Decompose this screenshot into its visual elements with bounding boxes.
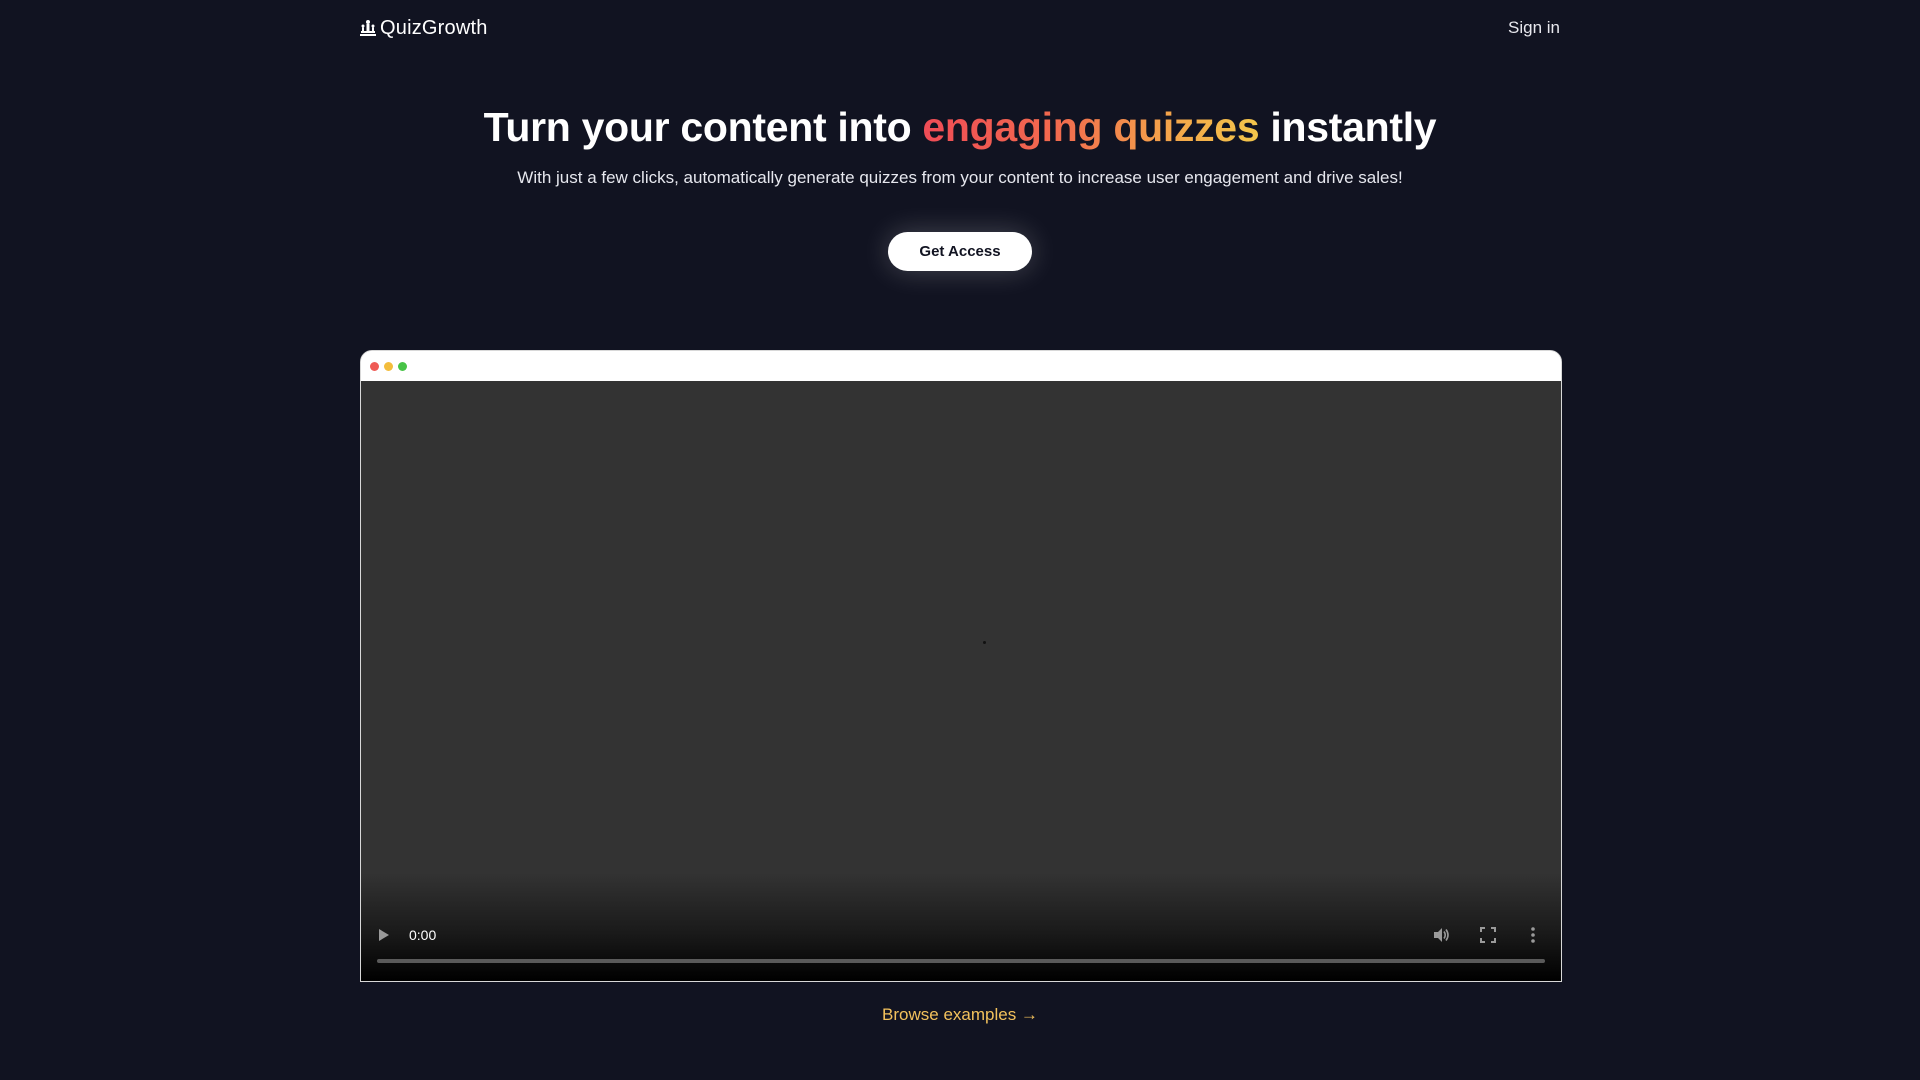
- hero-title: Turn your content into engaging quizzes …: [0, 104, 1920, 151]
- more-options-icon[interactable]: [1529, 925, 1537, 945]
- window-minimize-dot: [384, 361, 393, 371]
- fullscreen-icon[interactable]: [1479, 926, 1497, 944]
- logo-text: QuizGrowth: [380, 16, 488, 39]
- hero-title-highlight: engaging quizzes: [922, 104, 1260, 150]
- landing-page: QuizGrowth Sign in Turn your content int…: [0, 0, 1920, 1080]
- site-header: QuizGrowth Sign in: [360, 14, 1560, 42]
- volume-icon[interactable]: [1431, 925, 1451, 945]
- chess-pieces-icon: [360, 19, 376, 37]
- demo-video-player[interactable]: 0:00: [361, 381, 1561, 981]
- video-controls: 0:00: [361, 911, 1561, 981]
- logo-link[interactable]: QuizGrowth: [360, 17, 488, 40]
- sign-in-link[interactable]: Sign in: [1508, 18, 1560, 38]
- video-time: 0:00: [409, 927, 437, 943]
- browse-examples-link[interactable]: Browse examples →: [0, 1005, 1920, 1025]
- window-close-dot: [370, 361, 379, 371]
- play-icon[interactable]: [375, 927, 391, 943]
- video-loading-indicator: [983, 641, 986, 644]
- hero-title-end: instantly: [1259, 104, 1437, 150]
- hero-subtitle: With just a few clicks, automatically ge…: [517, 168, 1403, 187]
- video-progress-bar[interactable]: [377, 959, 1545, 963]
- hero-title-start: Turn your content into: [483, 104, 923, 150]
- window-maximize-dot: [398, 361, 407, 371]
- browser-mockup: 0:00: [360, 350, 1562, 982]
- get-access-button[interactable]: Get Access: [888, 232, 1032, 271]
- browser-title-bar: [361, 351, 1561, 381]
